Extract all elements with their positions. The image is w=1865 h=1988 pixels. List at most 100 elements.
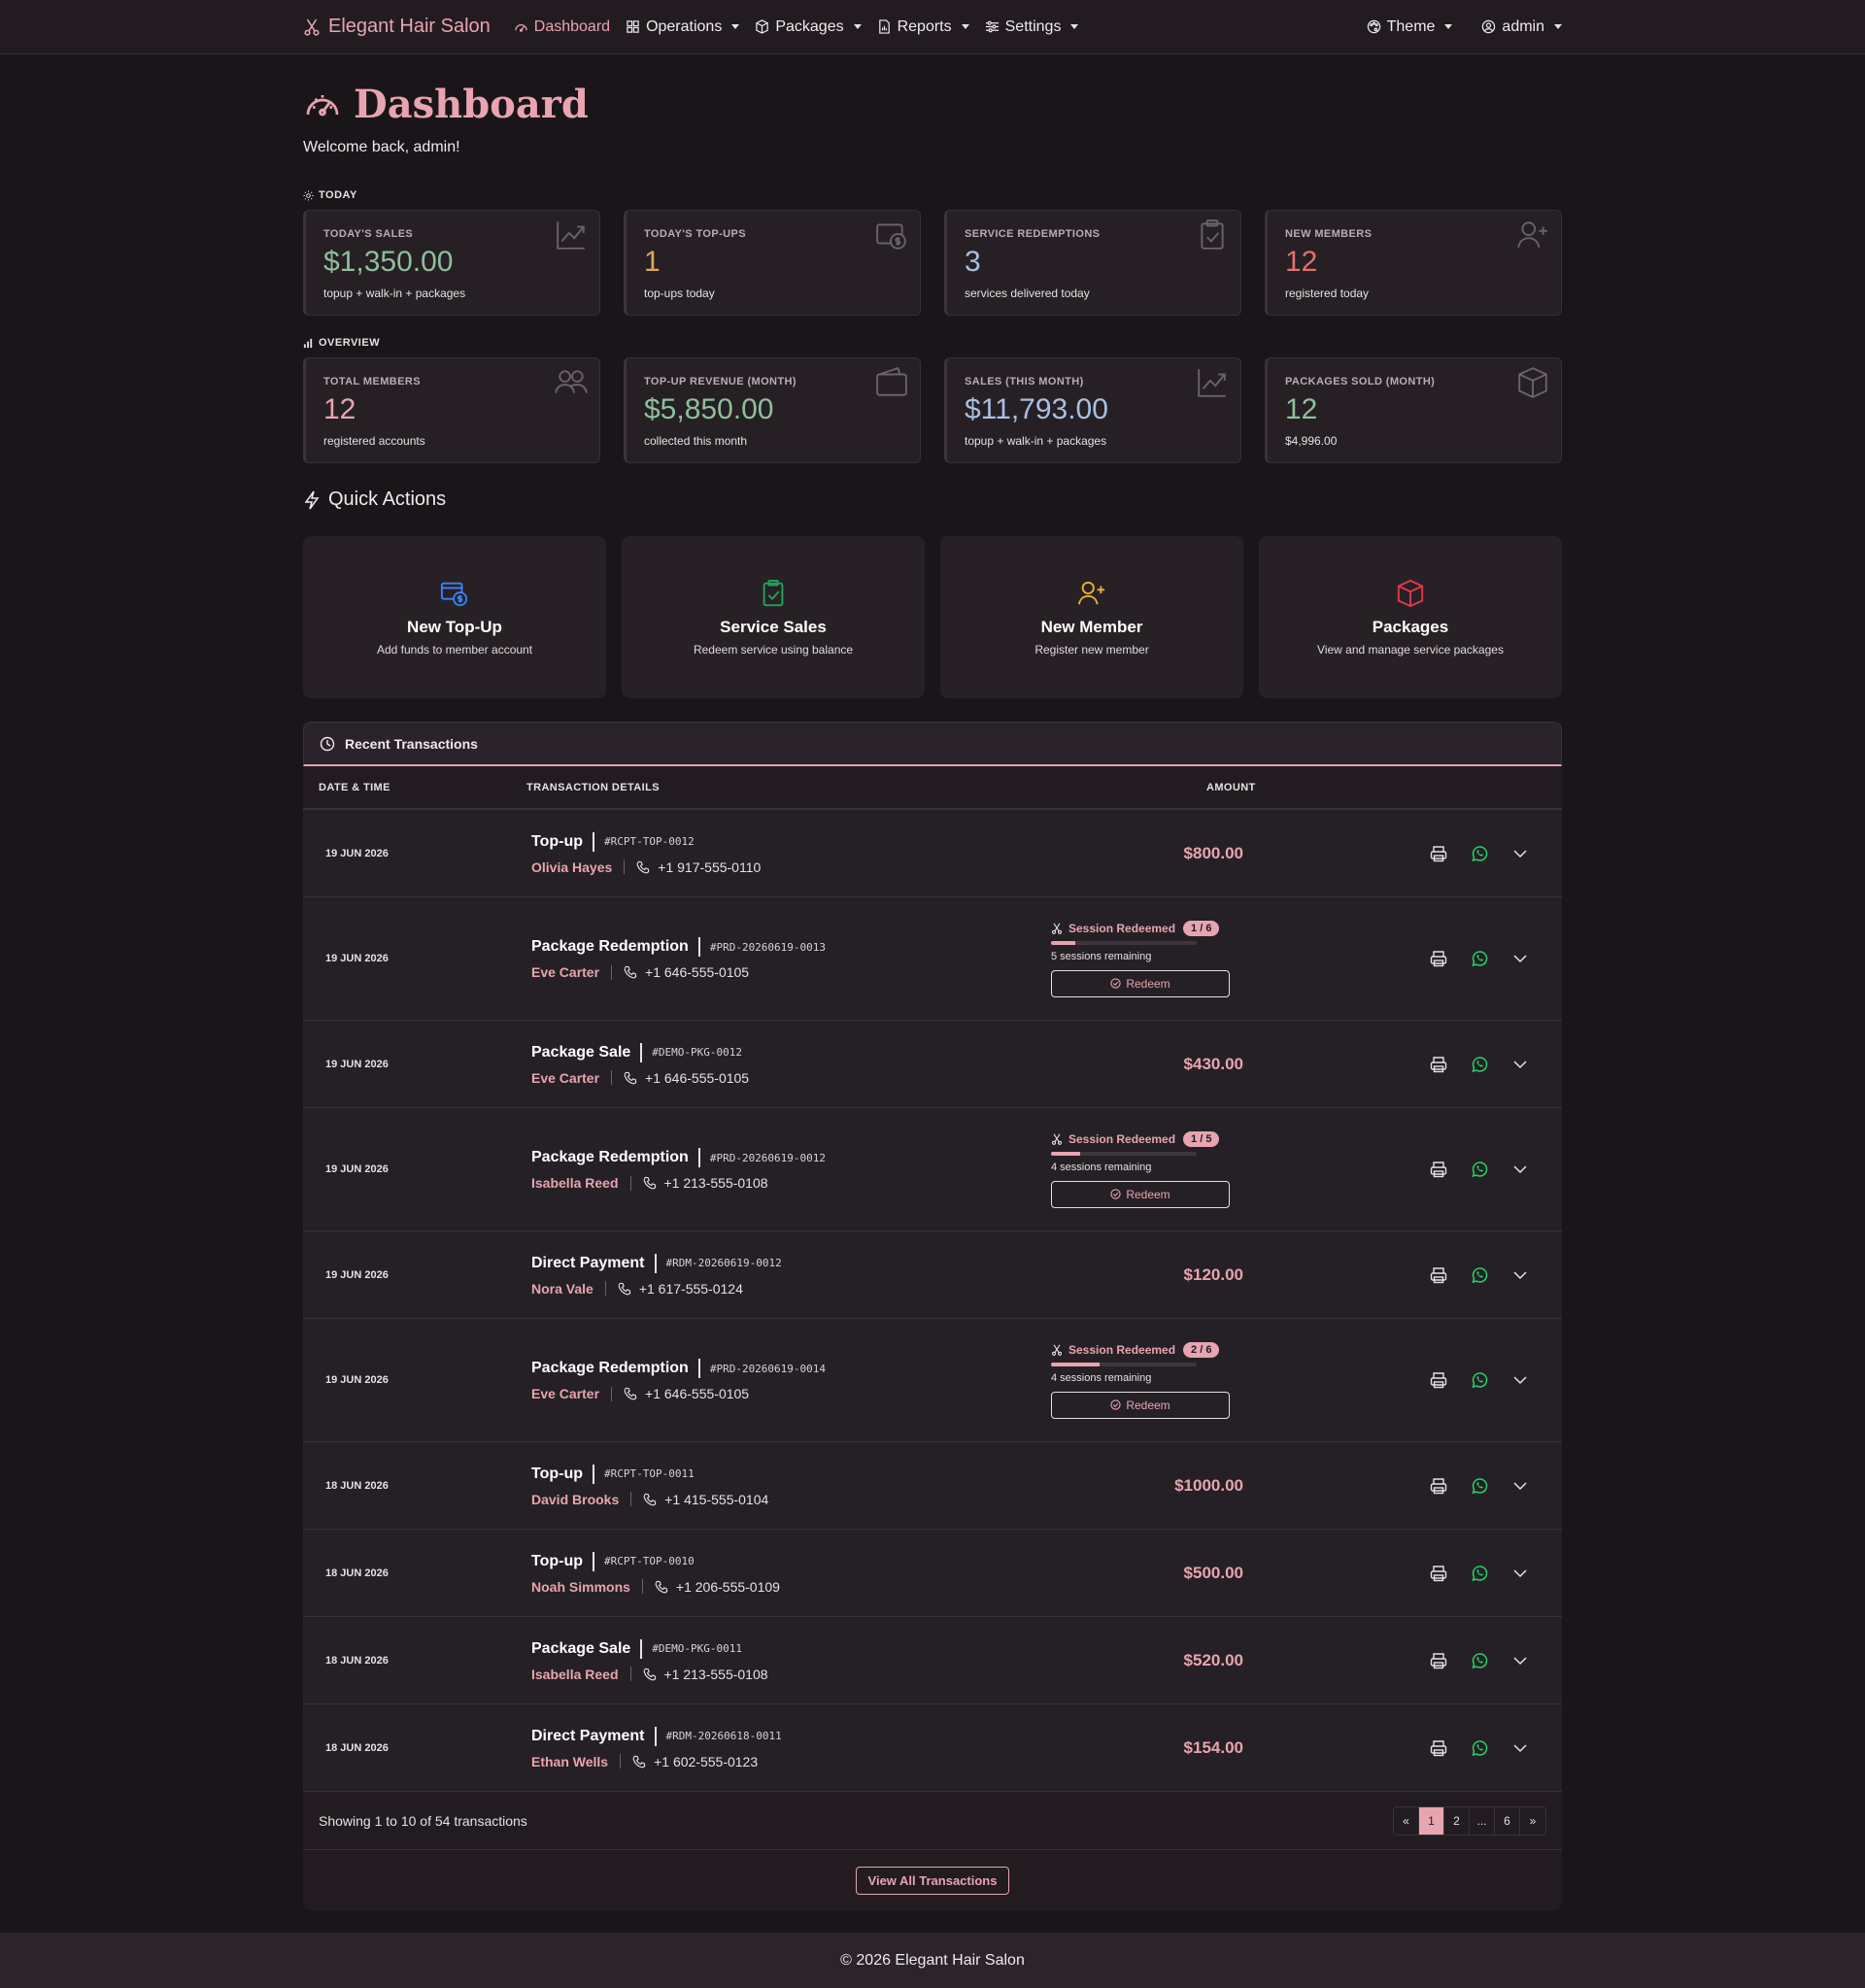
customer-phone-number: +1 415-555-0104 — [664, 1491, 769, 1507]
nav-packages-label: Packages — [775, 17, 844, 35]
printer-icon[interactable] — [1430, 1161, 1447, 1178]
chevron-down-icon[interactable] — [1511, 1266, 1529, 1284]
page-link[interactable]: « — [1394, 1806, 1419, 1835]
transaction-ref: #DEMO-PKG-0011 — [652, 1642, 743, 1655]
customer-name[interactable]: Isabella Reed — [531, 1667, 619, 1682]
new-topup-button[interactable]: New Top-Up Add funds to member account — [303, 536, 606, 698]
row-actions — [1430, 1056, 1529, 1073]
divider — [593, 831, 595, 852]
stat-new-members: NEW MEMBERS 12 registered today — [1265, 210, 1562, 316]
nav-packages[interactable]: Packages — [755, 17, 862, 36]
redeem-button[interactable]: Redeem — [1051, 969, 1230, 997]
printer-icon[interactable] — [1430, 1371, 1447, 1389]
table-row[interactable]: 19 JUN 2026 Direct Payment #RDM-20260619… — [303, 1231, 1562, 1319]
chevron-down-icon[interactable] — [1511, 950, 1529, 967]
table-row[interactable]: 19 JUN 2026 Package Redemption #PRD-2026… — [303, 1319, 1562, 1442]
check-circle-icon — [1110, 978, 1121, 989]
nav-reports[interactable]: Reports — [877, 18, 969, 36]
view-all-wrap: View All Transactions — [303, 1850, 1562, 1910]
chevron-down-icon[interactable] — [1511, 1371, 1529, 1389]
chevron-down-icon[interactable] — [1511, 1739, 1529, 1757]
table-row[interactable]: 19 JUN 2026 Package Redemption #PRD-2026… — [303, 1108, 1562, 1231]
customer-name[interactable]: Ethan Wells — [531, 1754, 608, 1769]
customer-phone-number: +1 646-555-0105 — [645, 1386, 750, 1401]
page-title-text: Dashboard — [354, 82, 589, 127]
customer-name[interactable]: Eve Carter — [531, 1070, 599, 1086]
box-icon — [756, 19, 769, 34]
brand[interactable]: Elegant Hair Salon — [303, 16, 491, 38]
new-member-button[interactable]: New Member Register new member — [940, 536, 1243, 698]
lightning-icon — [304, 490, 320, 509]
transaction-ref: #DEMO-PKG-0012 — [652, 1046, 743, 1059]
nav-dashboard[interactable]: Dashboard — [514, 18, 610, 36]
customer-name[interactable]: Nora Vale — [531, 1281, 593, 1297]
page-link[interactable]: 1 — [1419, 1806, 1444, 1835]
nav-settings-label: Settings — [1004, 17, 1062, 35]
customer-name[interactable]: Isabella Reed — [531, 1175, 619, 1191]
customer-name[interactable]: Eve Carter — [531, 964, 599, 980]
whatsapp-icon[interactable] — [1471, 1477, 1488, 1495]
whatsapp-icon[interactable] — [1471, 1161, 1488, 1178]
chevron-down-icon[interactable] — [1511, 1477, 1529, 1495]
customer-phone-number: +1 213-555-0108 — [663, 1175, 768, 1191]
table-row[interactable]: 18 JUN 2026 Top-up #RCPT-TOP-0011 David … — [303, 1442, 1562, 1530]
packages-button[interactable]: Packages View and manage service package… — [1259, 536, 1562, 698]
whatsapp-icon[interactable] — [1471, 1565, 1488, 1582]
theme-toggle[interactable]: Theme — [1367, 18, 1453, 36]
table-row[interactable]: 19 JUN 2026 Package Sale #DEMO-PKG-0012 … — [303, 1021, 1562, 1108]
customer-name[interactable]: Olivia Hayes — [531, 859, 612, 875]
whatsapp-icon[interactable] — [1471, 1371, 1488, 1389]
page-link[interactable]: ... — [1470, 1806, 1495, 1835]
printer-icon[interactable] — [1430, 1477, 1447, 1495]
page-link[interactable]: » — [1520, 1807, 1545, 1835]
printer-icon[interactable] — [1430, 1266, 1447, 1284]
chevron-down-icon[interactable] — [1511, 1652, 1529, 1669]
table-row[interactable]: 18 JUN 2026 Package Sale #DEMO-PKG-0011 … — [303, 1617, 1562, 1704]
scissors-icon — [1051, 1343, 1063, 1356]
page-link[interactable]: 2 — [1444, 1806, 1470, 1835]
whatsapp-icon[interactable] — [1471, 1652, 1488, 1669]
printer-icon[interactable] — [1430, 950, 1447, 967]
printer-icon[interactable] — [1430, 1652, 1447, 1669]
whatsapp-icon[interactable] — [1471, 1266, 1488, 1284]
table-row[interactable]: 18 JUN 2026 Direct Payment #RDM-20260618… — [303, 1704, 1562, 1792]
printer-icon[interactable] — [1430, 1056, 1447, 1073]
customer-name[interactable]: David Brooks — [531, 1492, 619, 1507]
service-sales-button[interactable]: Service Sales Redeem service using balan… — [622, 536, 925, 698]
printer-icon[interactable] — [1430, 845, 1447, 862]
redeem-button[interactable]: Redeem — [1051, 1391, 1230, 1419]
amount-cell: $520.00 — [1051, 1651, 1243, 1670]
chevron-down-icon[interactable] — [1511, 1056, 1529, 1073]
row-actions — [1430, 1565, 1529, 1582]
transactions-column-headers: DATE & TIME TRANSACTION DETAILS AMOUNT — [303, 766, 1562, 810]
transaction-title-line: Top-up #RCPT-TOP-0012 — [531, 831, 1051, 852]
customer-name[interactable]: Noah Simmons — [531, 1579, 630, 1595]
nav-settings[interactable]: Settings — [985, 18, 1079, 36]
whatsapp-icon[interactable] — [1471, 845, 1488, 862]
transaction-date: 18 JUN 2026 — [325, 1654, 389, 1667]
table-row[interactable]: 19 JUN 2026 Package Redemption #PRD-2026… — [303, 897, 1562, 1021]
whatsapp-icon[interactable] — [1471, 1739, 1488, 1757]
nav-operations[interactable]: Operations — [626, 18, 740, 36]
user-menu[interactable]: admin — [1481, 18, 1562, 36]
stat-todays-topups: TODAY'S TOP-UPS 1 top-ups today — [624, 210, 921, 316]
customer-name[interactable]: Eve Carter — [531, 1386, 599, 1401]
chevron-down-icon[interactable] — [1511, 1161, 1529, 1178]
page-link[interactable]: 6 — [1495, 1806, 1520, 1835]
whatsapp-icon[interactable] — [1471, 950, 1488, 967]
transaction-customer-line: Isabella Reed +1 213-555-0108 — [531, 1175, 1051, 1191]
printer-icon[interactable] — [1430, 1739, 1447, 1757]
chevron-down-icon[interactable] — [1511, 845, 1529, 862]
transaction-details: Package Sale #DEMO-PKG-0011 Isabella Ree… — [531, 1638, 1051, 1682]
table-row[interactable]: 18 JUN 2026 Top-up #RCPT-TOP-0010 Noah S… — [303, 1530, 1562, 1617]
table-row[interactable]: 19 JUN 2026 Top-up #RCPT-TOP-0012 Olivia… — [303, 810, 1562, 897]
stat-total-members: TOTAL MEMBERS 12 registered accounts — [303, 357, 600, 463]
view-all-transactions-button[interactable]: View All Transactions — [855, 1866, 1010, 1895]
qa-desc: View and manage service packages — [1317, 642, 1504, 657]
whatsapp-icon[interactable] — [1471, 1056, 1488, 1073]
chevron-down-icon[interactable] — [1511, 1565, 1529, 1582]
printer-icon[interactable] — [1430, 1565, 1447, 1582]
redeem-button[interactable]: Redeem — [1051, 1180, 1230, 1208]
qa-desc: Redeem service using balance — [693, 642, 854, 657]
transaction-ref: #RCPT-TOP-0012 — [604, 835, 695, 848]
